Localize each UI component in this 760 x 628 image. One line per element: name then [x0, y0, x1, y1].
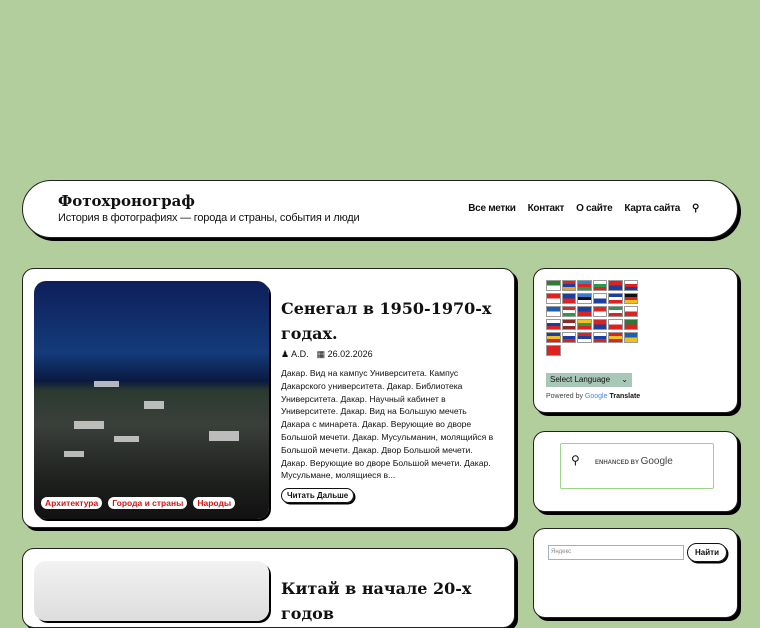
flag-icon[interactable] [623, 319, 638, 330]
flag-icon[interactable] [546, 332, 561, 343]
site-title[interactable]: Фотохронограф [58, 192, 195, 210]
flag-icon[interactable] [546, 306, 561, 317]
flag-icon[interactable] [592, 332, 607, 343]
translate-widget: Select Language ⌄ Powered by Google Trans… [533, 268, 738, 413]
language-flags [546, 280, 642, 356]
post-card: Китай в начале 20-х годов [22, 548, 515, 628]
flag-icon[interactable] [608, 280, 623, 291]
google-search-widget: ⚲ ENHANCED BY Google [533, 431, 738, 512]
flag-icon[interactable] [608, 319, 623, 330]
user-icon: ♟ [281, 349, 290, 359]
language-select[interactable]: Select Language ⌄ [546, 373, 632, 387]
read-more-button[interactable]: Читать Дальше [281, 488, 355, 503]
flag-icon[interactable] [561, 319, 576, 330]
tag-cities-countries[interactable]: Города и страны [108, 497, 188, 509]
post-thumbnail[interactable] [34, 561, 269, 621]
flag-icon[interactable] [561, 306, 576, 317]
search-icon[interactable]: ⚲ [692, 203, 699, 214]
flag-icon[interactable] [546, 345, 561, 356]
flag-icon[interactable] [623, 332, 638, 343]
flag-icon[interactable] [577, 306, 592, 317]
flag-icon[interactable] [592, 293, 607, 304]
flag-icon[interactable] [577, 332, 592, 343]
flag-icon[interactable] [623, 280, 638, 291]
flag-icon[interactable] [561, 293, 576, 304]
post-card: Архитектура Города и страны Народы Сенег… [22, 268, 515, 528]
powered-by-google: Powered by Google Translate [546, 393, 641, 400]
flag-icon[interactable] [592, 306, 607, 317]
post-author[interactable]: ♟ A.D. [281, 349, 309, 360]
flag-icon[interactable] [608, 293, 623, 304]
post-excerpt: Дакар. Вид на кампус Университета. Кампу… [281, 368, 494, 481]
flag-icon[interactable] [561, 332, 576, 343]
post-title[interactable]: Сенегал в 1950-1970-х годах. [281, 296, 501, 346]
nav-contact[interactable]: Контакт [528, 203, 565, 214]
tag-architecture[interactable]: Архитектура [41, 497, 103, 509]
flag-icon[interactable] [592, 280, 607, 291]
flag-icon[interactable] [546, 280, 561, 291]
tag-peoples[interactable]: Народы [193, 497, 236, 509]
flag-icon[interactable] [577, 293, 592, 304]
site-header: Фотохронограф История в фотографиях — го… [22, 180, 738, 238]
post-tags: Архитектура Города и страны Народы [41, 497, 236, 509]
flag-icon[interactable] [623, 306, 638, 317]
flag-icon[interactable] [577, 319, 592, 330]
post-thumbnail[interactable]: Архитектура Города и страны Народы [34, 281, 269, 519]
flag-icon[interactable] [577, 280, 592, 291]
post-title[interactable]: Китай в начале 20-х годов [281, 576, 511, 626]
nav-all-tags[interactable]: Все метки [468, 203, 516, 214]
yandex-search-button[interactable]: Найти [687, 543, 727, 562]
main-nav: Все метки Контакт О сайте Карта сайта ⚲ [468, 203, 699, 214]
post-date: ▦ 26.02.2026 [316, 349, 373, 359]
yandex-search-input[interactable]: Яндекс [548, 545, 684, 560]
nav-sitemap[interactable]: Карта сайта [624, 203, 680, 214]
yandex-search-widget: Яндекс Найти [533, 528, 738, 618]
search-icon[interactable]: ⚲ [571, 453, 580, 467]
flag-icon[interactable] [546, 293, 561, 304]
flag-icon[interactable] [546, 319, 561, 330]
nav-about[interactable]: О сайте [576, 203, 613, 214]
flag-icon[interactable] [561, 280, 576, 291]
calendar-icon: ▦ [316, 349, 326, 359]
flag-icon[interactable] [623, 293, 638, 304]
flag-icon[interactable] [608, 306, 623, 317]
site-description: История в фотографиях — города и страны,… [58, 212, 360, 224]
google-search-box[interactable]: ⚲ ENHANCED BY Google [560, 443, 714, 489]
flag-icon[interactable] [592, 319, 607, 330]
post-meta: ♟ A.D. ▦ 26.02.2026 [281, 349, 373, 360]
flag-icon[interactable] [608, 332, 623, 343]
chevron-down-icon: ⌄ [621, 375, 628, 384]
